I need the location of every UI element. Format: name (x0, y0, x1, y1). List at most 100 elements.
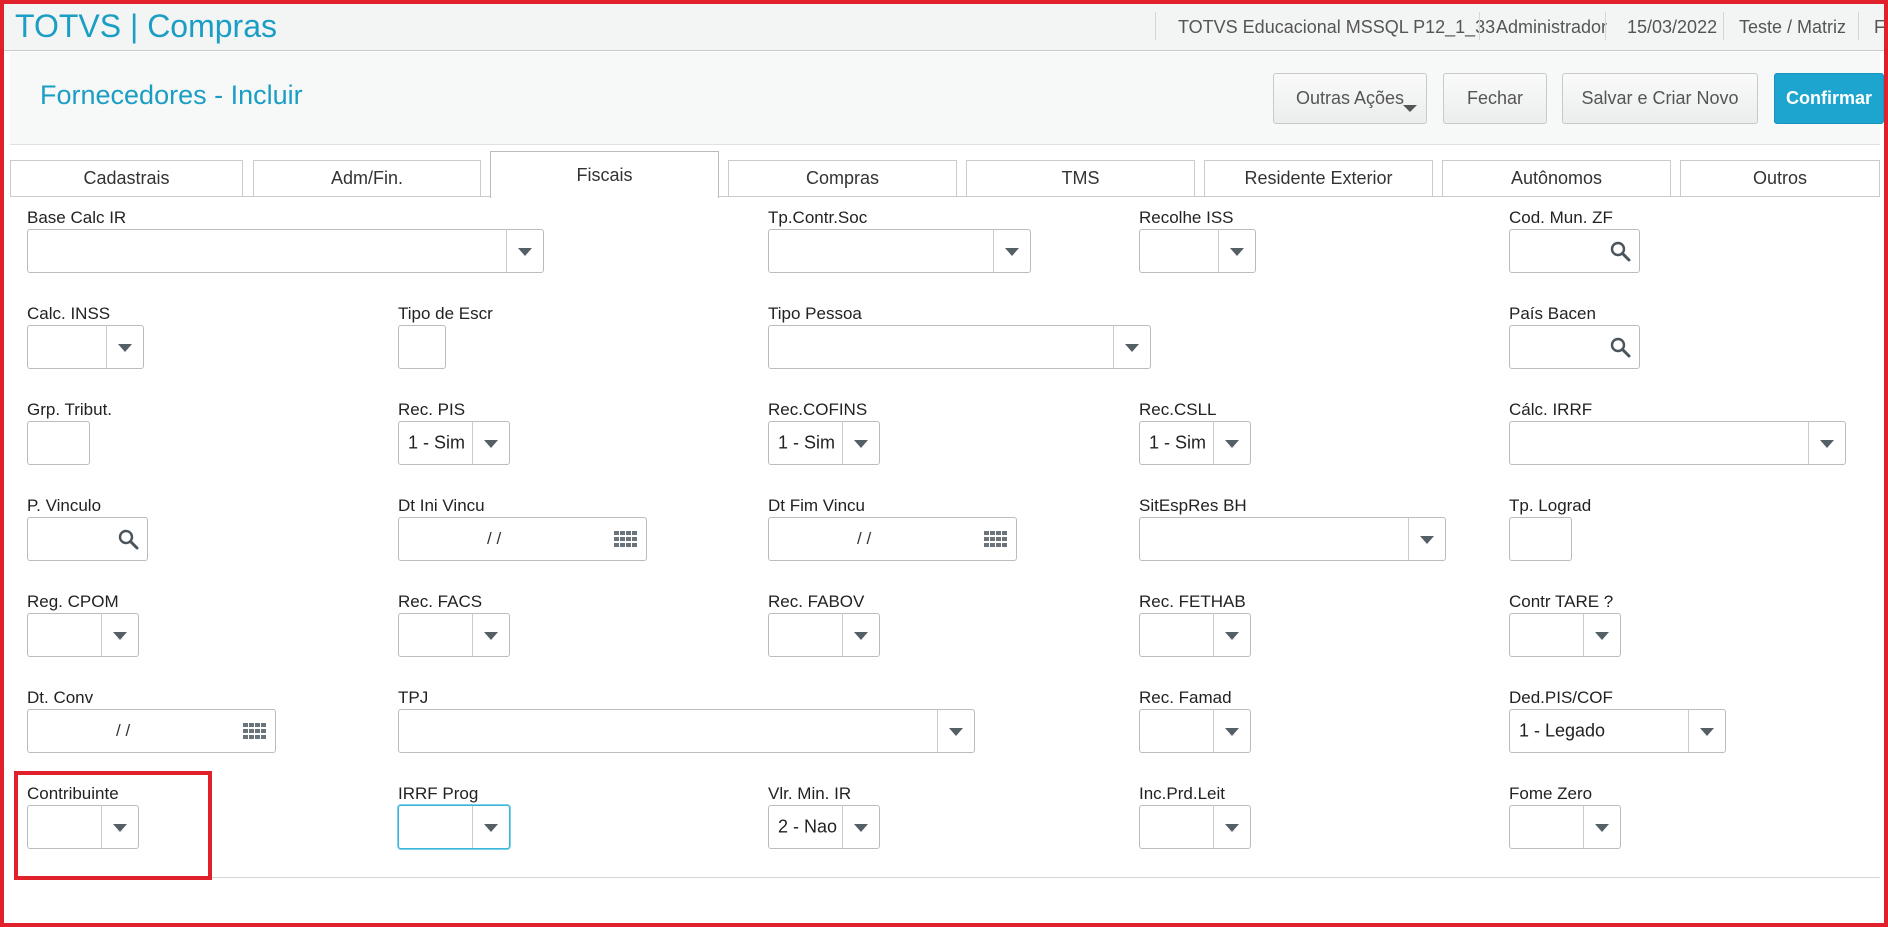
chevron-down-icon[interactable] (1213, 806, 1250, 848)
vlr-min-ir-select[interactable]: 2 - Nao (768, 805, 880, 849)
chevron-down-icon[interactable] (1408, 518, 1445, 560)
chevron-down-icon[interactable] (472, 422, 509, 464)
tp-contr-soc-label: Tp.Contr.Soc (768, 208, 868, 227)
tpj-select[interactable] (398, 709, 975, 753)
branch-selector[interactable]: Teste / Matriz (1739, 17, 1846, 38)
cod-mun-zf-label: Cod. Mun. ZF (1509, 208, 1613, 227)
grp-tribut-input[interactable] (27, 421, 90, 465)
chevron-down-icon[interactable] (1113, 326, 1150, 368)
cod-mun-zf-input[interactable] (1509, 229, 1640, 273)
system-date[interactable]: 15/03/2022 (1627, 17, 1717, 38)
tipo-escr-label: Tipo de Escr (398, 304, 493, 323)
grp-tribut-label: Grp. Tribut. (27, 400, 113, 419)
chevron-down-icon[interactable] (1583, 806, 1620, 848)
page-title: Fornecedores - Incluir (40, 80, 303, 110)
search-icon[interactable] (1609, 336, 1631, 358)
chevron-down-icon[interactable] (842, 806, 879, 848)
ded-pis-cof-label: Ded.PIS/COF (1509, 688, 1613, 707)
tab-outros[interactable]: Outros (1680, 160, 1880, 196)
tab-cadastrais[interactable]: Cadastrais (10, 160, 243, 196)
recolhe-iss-select[interactable] (1139, 229, 1256, 273)
rec-fethab-select[interactable] (1139, 613, 1251, 657)
tipo-escr-input[interactable] (398, 325, 446, 369)
chevron-down-icon[interactable] (1213, 422, 1250, 464)
calendar-icon[interactable] (984, 530, 1008, 548)
chevron-down-icon[interactable] (1688, 710, 1725, 752)
dt-conv-input[interactable]: / / (27, 709, 276, 753)
calendar-icon[interactable] (243, 722, 267, 740)
chevron-down-icon[interactable] (106, 326, 143, 368)
dt-conv-label: Dt. Conv (27, 688, 94, 707)
sit-esp-res-bh-select[interactable] (1139, 517, 1446, 561)
chevron-down-icon[interactable] (472, 806, 509, 848)
base-calc-ir-select[interactable] (27, 229, 544, 273)
tab-fiscais[interactable]: Fiscais (490, 151, 719, 198)
tab-tms[interactable]: TMS (966, 160, 1195, 196)
environment-label[interactable]: TOTVS Educacional MSSQL P12_1_33 (1178, 17, 1495, 38)
rec-csll-select[interactable]: 1 - Sim (1139, 421, 1251, 465)
chevron-down-icon[interactable] (937, 710, 974, 752)
topbar-more[interactable]: F (1874, 17, 1885, 38)
form-divider (24, 877, 1880, 878)
dt-ini-vincu-input[interactable]: / / (398, 517, 647, 561)
app-title: TOTVS | Compras (15, 8, 277, 44)
tab-adm-fin[interactable]: Adm/Fin. (253, 160, 481, 196)
search-icon[interactable] (1609, 240, 1631, 262)
rec-facs-select[interactable] (398, 613, 510, 657)
chevron-down-icon[interactable] (506, 230, 543, 272)
p-vinculo-input[interactable] (27, 517, 148, 561)
calc-irrf-select[interactable] (1509, 421, 1846, 465)
tab-autonomos[interactable]: Autônomos (1442, 160, 1671, 196)
chevron-down-icon[interactable] (1218, 230, 1255, 272)
base-calc-ir-label: Base Calc IR (27, 208, 127, 227)
more-actions-button[interactable]: Outras Ações (1273, 73, 1427, 124)
chevron-down-icon[interactable] (1583, 614, 1620, 656)
confirm-button[interactable]: Confirmar (1774, 73, 1884, 124)
user-menu[interactable]: Administrador (1496, 17, 1607, 38)
chevron-down-icon[interactable] (1213, 614, 1250, 656)
dt-fim-vincu-input[interactable]: / / (768, 517, 1017, 561)
top-bar: TOTVS | Compras TOTVS Educacional MSSQL … (0, 0, 1888, 51)
rec-famad-select[interactable] (1139, 709, 1251, 753)
chevron-down-icon[interactable] (842, 422, 879, 464)
rec-cofins-select[interactable]: 1 - Sim (768, 421, 880, 465)
rec-fabov-select[interactable] (768, 613, 880, 657)
fome-zero-label: Fome Zero (1509, 784, 1593, 803)
search-icon[interactable] (117, 528, 139, 550)
chevron-down-icon[interactable] (842, 614, 879, 656)
rec-fabov-label: Rec. FABOV (768, 592, 865, 611)
chevron-down-icon[interactable] (1808, 422, 1845, 464)
calendar-icon[interactable] (614, 530, 638, 548)
chevron-down-icon[interactable] (472, 614, 509, 656)
sit-esp-res-bh-label: SitEspRes BH (1139, 496, 1247, 515)
rec-facs-label: Rec. FACS (398, 592, 483, 611)
tipo-pessoa-select[interactable] (768, 325, 1151, 369)
rec-fethab-label: Rec. FETHAB (1139, 592, 1246, 611)
tp-contr-soc-select[interactable] (768, 229, 1031, 273)
chevron-down-icon[interactable] (1213, 710, 1250, 752)
tab-compras[interactable]: Compras (728, 160, 957, 196)
close-button[interactable]: Fechar (1443, 73, 1547, 124)
chevron-down-icon[interactable] (101, 806, 138, 848)
fome-zero-select[interactable] (1509, 805, 1621, 849)
irrf-prog-label: IRRF Prog (398, 784, 479, 803)
tab-residente-exterior[interactable]: Residente Exterior (1204, 160, 1433, 196)
ded-pis-cof-select[interactable]: 1 - Legado (1509, 709, 1726, 753)
reg-cpom-select[interactable] (27, 613, 139, 657)
rec-pis-label: Rec. PIS (398, 400, 466, 419)
vlr-min-ir-label: Vlr. Min. IR (768, 784, 852, 803)
chevron-down-icon[interactable] (101, 614, 138, 656)
tp-lograd-input[interactable] (1509, 517, 1572, 561)
pais-bacen-input[interactable] (1509, 325, 1640, 369)
save-and-new-button[interactable]: Salvar e Criar Novo (1562, 73, 1758, 124)
calc-inss-select[interactable] (27, 325, 144, 369)
contribuinte-select[interactable] (27, 805, 139, 849)
p-vinculo-label: P. Vinculo (27, 496, 102, 515)
irrf-prog-select[interactable] (398, 805, 510, 849)
inc-prd-leit-select[interactable] (1139, 805, 1251, 849)
chevron-down-icon[interactable] (993, 230, 1030, 272)
caret-down-icon (1403, 105, 1417, 112)
dt-fim-vincu-label: Dt Fim Vincu (768, 496, 865, 515)
contr-tare-select[interactable] (1509, 613, 1621, 657)
rec-pis-select[interactable]: 1 - Sim (398, 421, 510, 465)
